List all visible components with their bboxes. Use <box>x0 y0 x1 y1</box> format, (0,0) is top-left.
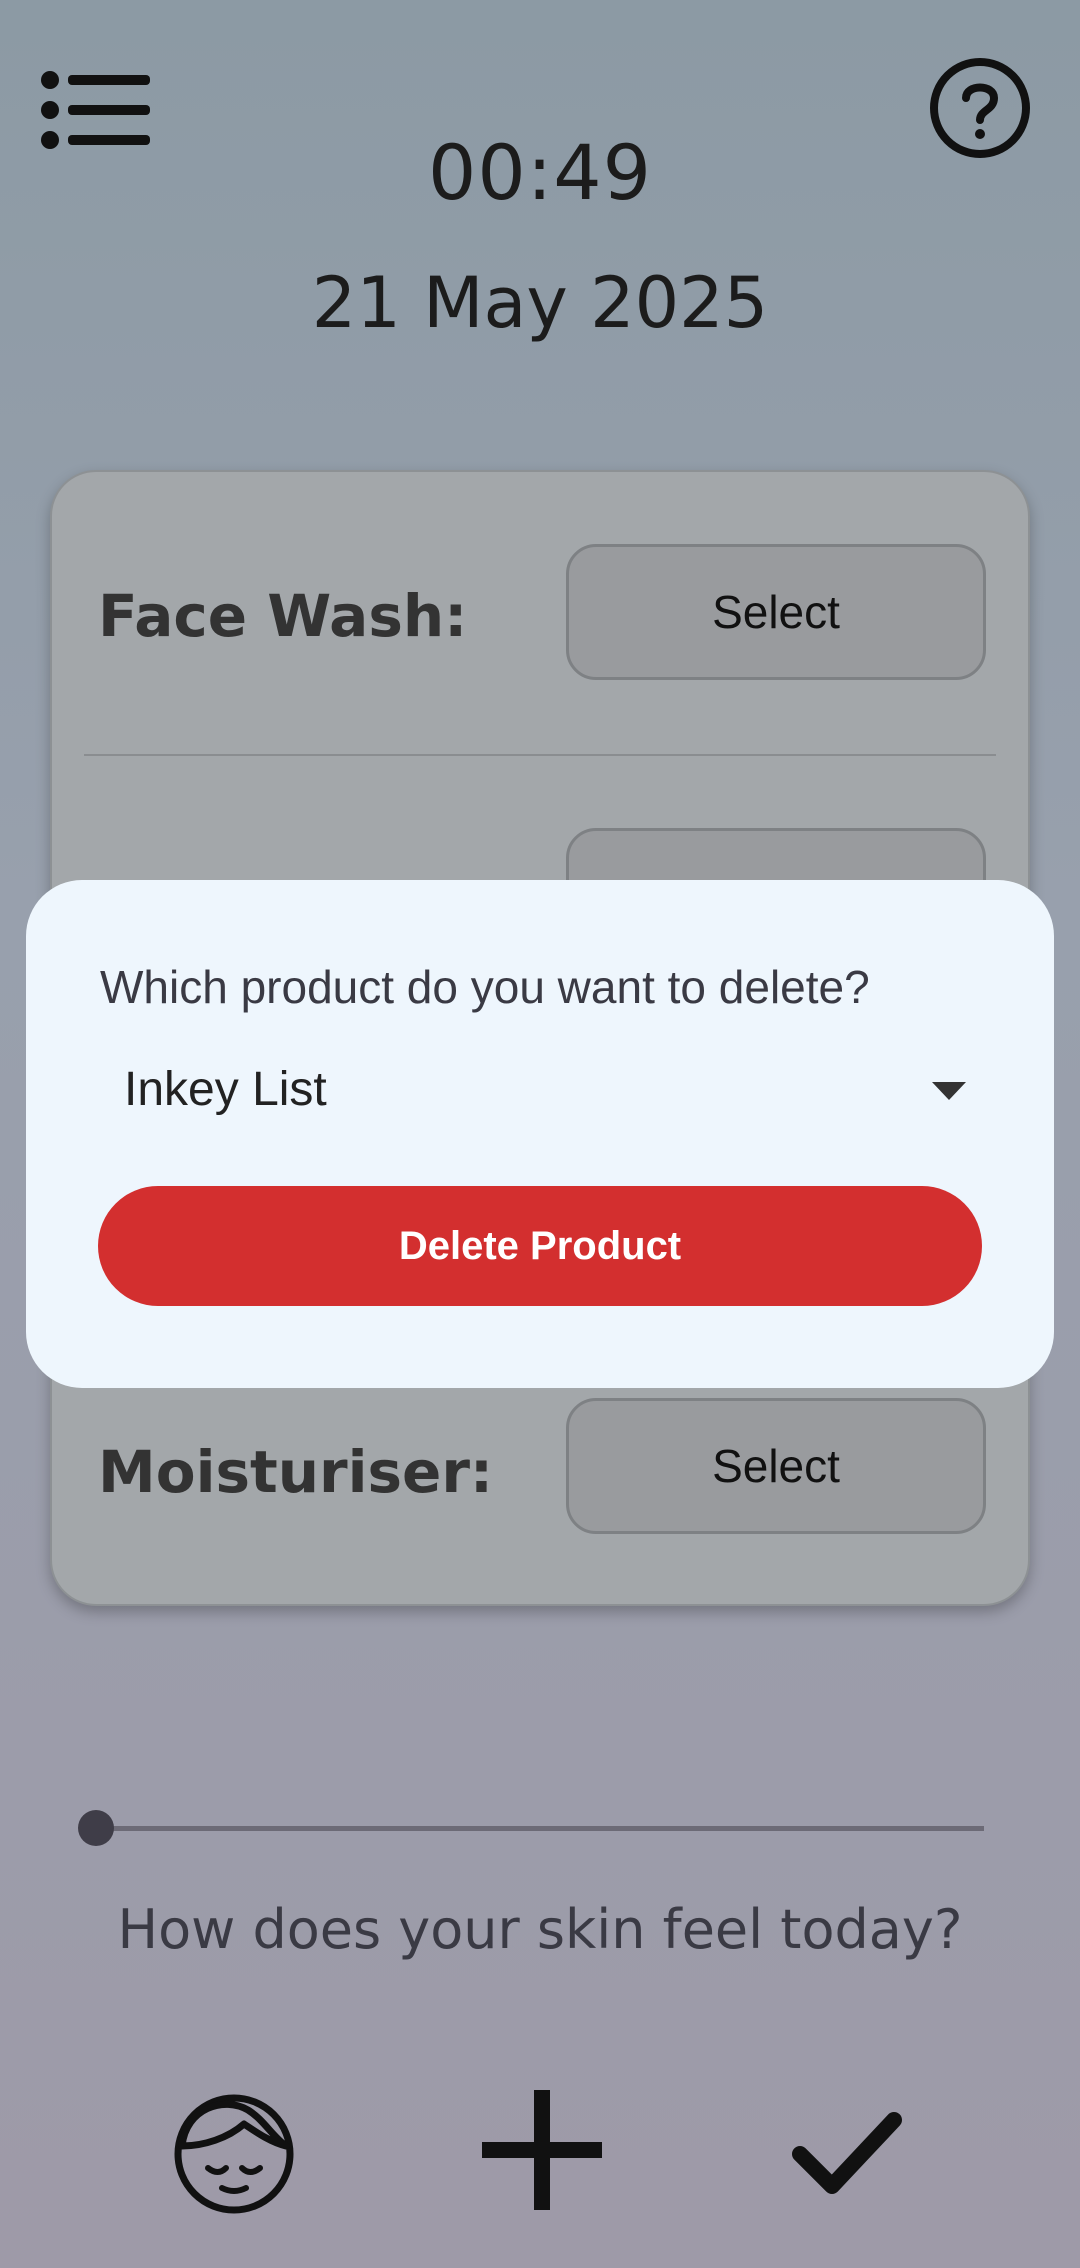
face-wash-select-button[interactable]: Select <box>566 544 986 680</box>
plus-icon[interactable] <box>472 2080 612 2220</box>
check-icon[interactable] <box>776 2080 916 2220</box>
product-dropdown[interactable]: Inkey List <box>100 1040 980 1140</box>
skin-slider-track[interactable] <box>96 1826 984 1831</box>
delete-product-button[interactable]: Delete Product <box>98 1186 982 1306</box>
face-icon[interactable] <box>164 2080 304 2220</box>
skin-question: How does your skin feel today? <box>117 1898 963 1961</box>
delete-product-dialog: Which product do you want to delete? Ink… <box>26 880 1054 1388</box>
dropdown-selected-value: Inkey List <box>124 1063 327 1116</box>
dialog-question: Which product do you want to delete? <box>100 961 870 1013</box>
clock-time: 00:49 <box>427 128 653 217</box>
row-divider <box>84 754 996 756</box>
current-date: 21 May 2025 <box>311 262 769 344</box>
chevron-down-icon <box>932 1082 966 1100</box>
moisturiser-select-button[interactable]: Select <box>566 1398 986 1534</box>
skin-slider-thumb[interactable] <box>78 1810 114 1846</box>
moisturiser-label: Moisturiser: <box>98 1438 494 1506</box>
face-wash-label: Face Wash: <box>98 582 468 650</box>
